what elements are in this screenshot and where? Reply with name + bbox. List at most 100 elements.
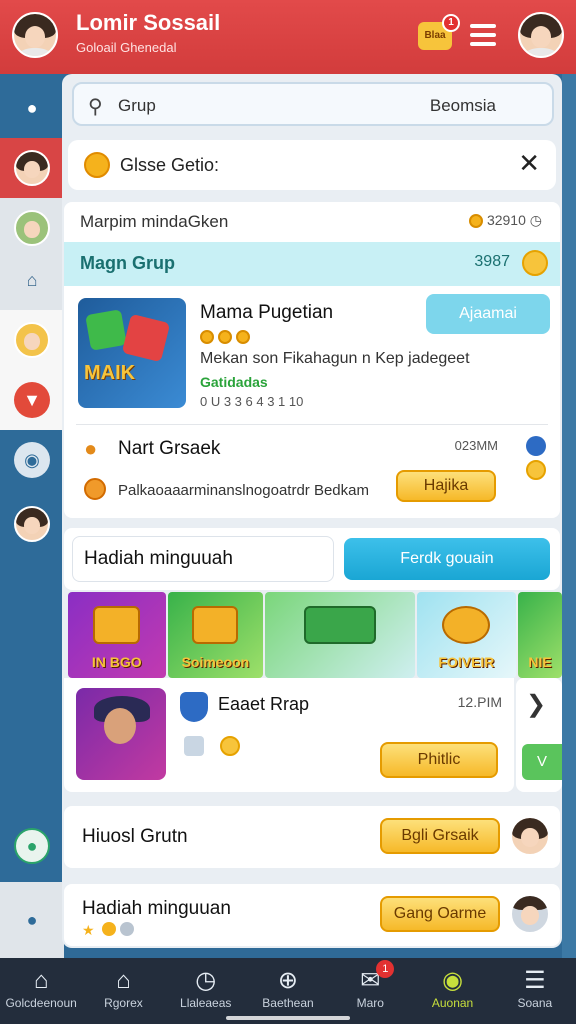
mail-icon: ✉ (360, 967, 381, 994)
close-icon[interactable]: ✕ (518, 148, 540, 179)
rail-item-contact-1[interactable] (0, 138, 64, 198)
rail-item-contact-2[interactable] (0, 198, 64, 258)
clock-icon: ◷ (195, 967, 217, 994)
nav-item-history[interactable]: ◷ Llaleaeas (165, 958, 247, 1024)
divider (76, 424, 548, 425)
nav-item-create[interactable]: ⊕ Baethean (247, 958, 329, 1024)
coin-icon (522, 250, 548, 276)
nav-item-mail[interactable]: ✉ 1 Maro (329, 958, 411, 1024)
notification-title: Nart Grsaek (118, 438, 221, 459)
banner-tile[interactable]: Soimeoon (167, 592, 264, 678)
app-header: Lomir Sossail Goloail Ghenedal Blaa 1 (0, 0, 576, 74)
left-rail: ● ⌂ ▼ ◉ ● ● (0, 74, 64, 958)
search-input[interactable]: Grup (118, 96, 156, 116)
next-card[interactable]: ❯ V (516, 678, 562, 792)
plus-circle-icon: ⊕ (277, 967, 299, 994)
contact-avatar (14, 150, 50, 186)
banner-tile[interactable]: IN BGO (68, 592, 166, 678)
people-icon: ● (26, 97, 38, 118)
nav-item-home[interactable]: ⌂ Golcdeenoun (0, 958, 82, 1024)
row-action-button[interactable]: Gang Oarme (380, 896, 500, 932)
coin-icon (218, 329, 232, 344)
chat-icon[interactable]: Blaa 1 (418, 14, 460, 50)
rail-item-search[interactable]: ● (0, 882, 64, 958)
rail-item-groups[interactable]: ● (0, 78, 64, 138)
coin-icon (526, 460, 546, 480)
match-item: Eaaet Rrap 12.PIM Phitlic (64, 678, 514, 792)
coin-icon (468, 214, 483, 229)
rail-item-home[interactable]: ⌂ (0, 250, 64, 310)
chest-icon (192, 606, 239, 644)
search-icon: ⚲ (88, 96, 103, 118)
group-bar-value: 3987 (474, 253, 510, 270)
banner-tile[interactable]: FOIVEIR (416, 592, 517, 678)
rail-item-chat[interactable]: ● (0, 816, 64, 876)
row-avatar (510, 816, 550, 856)
contact-avatar (14, 322, 50, 358)
right-edge-strip (562, 74, 576, 958)
message-icon: ▼ (14, 382, 50, 418)
hamburger-menu-icon[interactable] (470, 24, 496, 46)
menu-icon: ☰ (524, 967, 546, 994)
badge-icon (120, 922, 134, 936)
section-header-label: Marpim mindaGken (80, 212, 229, 231)
home-icon: ⌂ (33, 967, 49, 994)
group-section: Marpim mindaGken 32910 ◷ Magn Grup 3987 … (64, 202, 560, 518)
notification-action-button[interactable]: Hajika (396, 470, 496, 502)
list-row-1[interactable]: Hiuosl Grutn Bgli Grsaik (64, 806, 560, 868)
game-thumbnail[interactable]: MAIK (78, 298, 186, 408)
row-action-button[interactable]: Bgli Grsaik (380, 818, 500, 854)
nav-item-menu[interactable]: ☰ Soana (494, 958, 576, 1024)
plus-badge-icon[interactable] (526, 436, 546, 456)
banner-tile[interactable] (265, 592, 415, 678)
row-avatar (510, 894, 550, 934)
search-person-icon: ● (26, 909, 38, 930)
search-bar[interactable]: ⚲ Grup Beomsia (72, 82, 554, 126)
coin-row (200, 328, 254, 346)
join-button[interactable]: Ajaamai (426, 294, 550, 334)
user-avatar[interactable] (518, 12, 564, 58)
cash-icon (304, 606, 376, 644)
row-label: Hadiah minguuan (82, 898, 231, 919)
coin-icon (84, 152, 110, 178)
nav-item-profile[interactable]: ◉ Auonan (411, 958, 493, 1024)
match-thumbnail[interactable] (76, 688, 166, 780)
coin-icon (442, 606, 491, 644)
filter-label: Glsse Getio: (120, 155, 220, 175)
chevron-right-icon[interactable]: ❯ (526, 690, 546, 719)
nav-item-groups[interactable]: ⌂ Rgorex (82, 958, 164, 1024)
headset-icon: ◉ (14, 442, 50, 478)
game-status: Gatidadas (200, 374, 268, 390)
shield-icon (180, 692, 208, 722)
rail-item-messages[interactable]: ▼ (0, 370, 64, 430)
group-bar-title: Magn Grup (80, 253, 175, 273)
section-header-value: 32910 ◷ (468, 212, 542, 229)
chat-label: Blaa (424, 30, 446, 41)
house-icon: ⌂ (116, 967, 131, 994)
rail-item-contact-3[interactable] (0, 310, 64, 370)
chat-count-badge: 1 (442, 14, 460, 32)
profile-avatar[interactable] (12, 12, 58, 58)
green-button[interactable]: V (522, 744, 562, 780)
game-description: Mekan son Fikahagun n Kep jadegeet (200, 350, 470, 367)
rail-item-support[interactable]: ◉ (0, 430, 64, 490)
reward-banner: IN BGO Soimeoon FOIVEIR NIE (68, 592, 562, 678)
game-time: 0 U 3 3 6 4 3 1 10 (200, 394, 304, 409)
match-title: Eaaet Rrap (218, 694, 310, 714)
search-right-label[interactable]: Beomsia (430, 96, 496, 116)
main-panel: ⚲ Grup Beomsia Glsse Getio: ✕ Marpim min… (62, 74, 562, 948)
banner-tile[interactable]: NIE (518, 592, 562, 678)
bottom-nav: ⌂ Golcdeenoun ⌂ Rgorex ◷ Llaleaeas ⊕ Bae… (0, 958, 576, 1024)
list-row-2[interactable]: Hadiah minguuan ★ Gang Oarme (64, 884, 560, 946)
row-label: Hiuosl Grutn (82, 826, 188, 847)
reward-label: Hadiah minguuah (84, 548, 233, 569)
game-title: Mama Pugetian (200, 302, 334, 323)
reward-button[interactable]: Ferdk gouain (344, 538, 550, 580)
profile-icon: ◉ (442, 967, 464, 994)
match-time: 12.PIM (457, 694, 502, 710)
chest-icon (93, 606, 141, 644)
group-bar[interactable]: Magn Grup 3987 (64, 242, 560, 286)
rail-item-contact-4[interactable] (0, 494, 64, 554)
match-action-button[interactable]: Phitlic (380, 742, 498, 778)
reward-row: Hadiah minguuah Ferdk gouain (64, 528, 560, 590)
